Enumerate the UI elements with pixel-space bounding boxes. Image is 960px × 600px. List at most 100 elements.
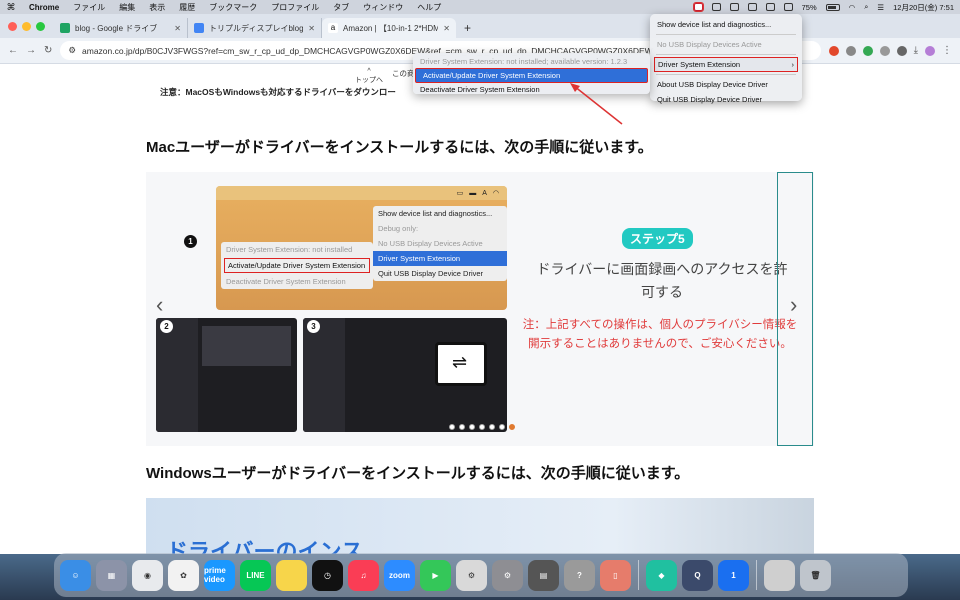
back-to-top-link[interactable]: ^ トップへ	[355, 68, 383, 85]
finder-screenshot: 3	[303, 318, 507, 432]
carousel-prev-icon[interactable]: ‹	[156, 292, 163, 318]
dock-finder-icon[interactable]: ☺	[60, 559, 91, 591]
shield-icon[interactable]	[747, 3, 757, 11]
menu-help[interactable]: ヘルプ	[410, 2, 448, 13]
google-docs-icon	[194, 23, 204, 33]
carousel-dot[interactable]	[449, 424, 455, 430]
menu-bookmarks[interactable]: ブックマーク	[202, 2, 264, 13]
carousel-dot[interactable]	[499, 424, 505, 430]
dock-trash-icon[interactable]: 🗑	[800, 559, 831, 591]
dock-line-icon[interactable]: LINE	[240, 559, 271, 591]
windows-guide-text: ドライバーのインス	[166, 539, 364, 554]
dock-quicktime-icon[interactable]: Q	[682, 559, 713, 591]
extension-icon[interactable]	[828, 45, 839, 56]
dock-zoom-icon[interactable]: zoom	[384, 559, 415, 591]
search-icon[interactable]: ⌕	[864, 2, 868, 12]
close-tab-icon[interactable]: ✕	[308, 24, 315, 33]
step-number-2: 2	[160, 320, 173, 333]
tab-google-drive[interactable]: blog - Google ドライブ ✕	[54, 18, 188, 38]
mock-menubar: ▭ ▬ A ◠	[216, 186, 507, 200]
dock-launchpad-icon[interactable]: ▦	[96, 559, 127, 591]
menu-app-name[interactable]: Chrome	[22, 3, 66, 12]
tab-amazon[interactable]: a Amazon | 【10-in-1 2*HDMI A ✕	[322, 18, 456, 38]
dock-prime-video-icon[interactable]: prime video	[204, 559, 235, 591]
usb-display-driver-icon[interactable]	[692, 2, 704, 12]
menu-item-driver-system-extension[interactable]: Driver System Extension ›	[654, 57, 798, 72]
menu-view[interactable]: 表示	[142, 2, 172, 13]
dock-notes-icon[interactable]	[276, 559, 307, 591]
carousel-dot[interactable]	[459, 424, 465, 430]
forward-icon[interactable]: →	[26, 45, 36, 56]
privacy-settings-screenshot: 2	[156, 318, 297, 432]
carousel-dot[interactable]	[469, 424, 475, 430]
control-center-icon[interactable]: ☰	[877, 3, 884, 12]
amazon-icon: a	[328, 23, 338, 33]
dock-iphone-mirroring-icon[interactable]: ▯	[600, 559, 631, 591]
dock-facetime-icon[interactable]: ▶	[420, 559, 451, 591]
extension-icon[interactable]	[862, 45, 873, 56]
dock-help-icon[interactable]: ?	[564, 559, 595, 591]
tab-title: トリプルディスプレイblog 最佳	[209, 23, 304, 33]
zoom-window-button[interactable]	[36, 22, 45, 31]
dock-mouse-app-icon[interactable]: ⚙	[456, 559, 487, 591]
close-window-button[interactable]	[8, 22, 17, 31]
wifi-icon[interactable]: ◠	[849, 3, 856, 12]
mock-sidebar	[303, 318, 345, 432]
dock-1password-icon[interactable]: 1	[718, 559, 749, 591]
menu-edit[interactable]: 編集	[112, 2, 142, 13]
menu-divider	[656, 74, 796, 75]
reload-icon[interactable]: ↻	[44, 45, 52, 56]
dock-filmora-icon[interactable]: ◆	[646, 559, 677, 591]
menu-item-label: Driver System Extension	[658, 60, 741, 69]
dock-clock-icon[interactable]: ◷	[312, 559, 343, 591]
menu-item-quit[interactable]: Quit USB Display Device Driver	[650, 92, 802, 107]
dock-chrome-icon[interactable]: ◉	[132, 559, 163, 591]
input-source-icon[interactable]	[783, 3, 793, 11]
page-content: ^ トップへ この商 注意：MacOSもWindowsも対応するドライバーをダウン…	[0, 64, 960, 554]
new-tab-button[interactable]: +	[456, 21, 479, 38]
carousel-dot-active[interactable]	[509, 424, 515, 430]
bluetooth-icon[interactable]	[765, 3, 775, 11]
puzzle-icon[interactable]	[896, 45, 907, 56]
close-tab-icon[interactable]: ✕	[174, 24, 181, 33]
menu-file[interactable]: ファイル	[66, 2, 112, 13]
menu-item-about[interactable]: About USB Display Device Driver	[650, 77, 802, 92]
back-icon[interactable]: ←	[8, 45, 18, 56]
carousel-dot[interactable]	[489, 424, 495, 430]
extension-icon[interactable]	[879, 45, 890, 56]
dock-music-icon[interactable]: ♫	[348, 559, 379, 591]
clipboard-icon[interactable]	[711, 3, 721, 11]
macos-menubar: ⌘ Chrome ファイル 編集 表示 履歴 ブックマーク プロファイル タブ …	[0, 0, 960, 14]
dock-downloads-stack-icon[interactable]	[764, 559, 795, 591]
extension-icon[interactable]	[845, 45, 856, 56]
close-tab-icon[interactable]: ✕	[443, 24, 450, 33]
dock-calculator-icon[interactable]: ▤	[528, 559, 559, 591]
menu-window[interactable]: ウィンドウ	[356, 2, 410, 13]
menu-history[interactable]: 履歴	[172, 2, 202, 13]
truncated-text: この商	[392, 69, 415, 78]
dock-system-settings-icon[interactable]: ⚙	[492, 559, 523, 591]
battery-percent: 75%	[801, 2, 817, 12]
download-icon[interactable]: ⤓	[914, 45, 918, 56]
mock-a-icon: A	[482, 189, 487, 197]
menubar-clock[interactable]: 12月20日(金) 7:51	[893, 2, 954, 13]
tab-google-docs[interactable]: トリプルディスプレイblog 最佳 ✕	[188, 18, 322, 38]
battery-icon[interactable]	[825, 3, 840, 11]
carousel-next-icon[interactable]: ›	[790, 292, 797, 318]
more-menu-icon[interactable]: ⋮	[942, 45, 952, 56]
mock-sidebar	[156, 318, 198, 432]
screenshot-collage: ▭ ▬ A ◠ Show device list and diagnostics...…	[146, 172, 526, 446]
menu-profiles[interactable]: プロファイル	[264, 2, 326, 13]
dock-separator	[638, 560, 639, 590]
status-icon[interactable]	[729, 3, 739, 11]
dock-photos-icon[interactable]: ✿	[168, 559, 199, 591]
apple-menu-icon[interactable]: ⌘	[0, 2, 22, 13]
carousel-dot[interactable]	[479, 424, 485, 430]
menu-tab[interactable]: タブ	[326, 2, 356, 13]
windows-guide-image: ドライバーのインス	[146, 498, 814, 554]
tab-strip: blog - Google ドライブ ✕ トリプルディスプレイblog 最佳 ✕…	[0, 14, 960, 38]
site-info-icon[interactable]: ⚙	[68, 45, 76, 56]
menu-item-show-devices[interactable]: Show device list and diagnostics...	[650, 17, 802, 32]
avatar[interactable]	[925, 45, 935, 56]
minimize-window-button[interactable]	[22, 22, 31, 31]
